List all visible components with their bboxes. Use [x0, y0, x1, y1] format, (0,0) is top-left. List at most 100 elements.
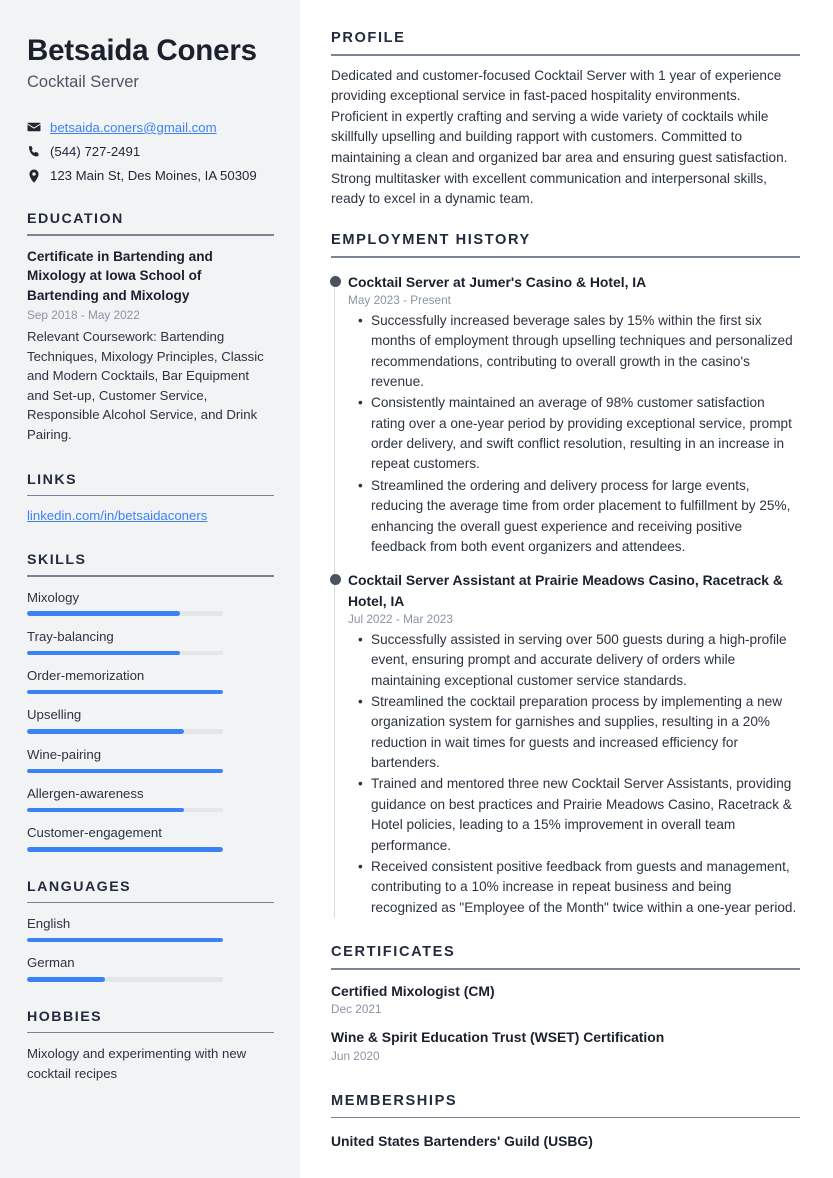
section-languages: LANGUAGES English German — [27, 879, 274, 982]
membership-list: United States Bartenders' Guild (USBG) — [331, 1132, 800, 1151]
job-entry: Cocktail Server Assistant at Prairie Mea… — [329, 570, 800, 918]
skill-item: Tray-balancing — [27, 627, 274, 656]
skill-level-bar — [27, 650, 223, 656]
language-item: German — [27, 953, 274, 982]
section-title-hobbies: HOBBIES — [27, 1008, 103, 1025]
job-bullet: Streamlined the ordering and delivery pr… — [358, 476, 800, 558]
section-employment-history: EMPLOYMENT HISTORY Cocktail Server at Ju… — [329, 232, 800, 919]
contact-address: 123 Main St, Des Moines, IA 50309 — [27, 167, 274, 184]
section-title-employment: EMPLOYMENT HISTORY — [331, 232, 531, 249]
skill-level-bar — [27, 689, 223, 695]
skill-level-bar — [27, 611, 223, 616]
skill-label: Mixology — [27, 589, 80, 605]
job-bullet: Consistently maintained an average of 98… — [358, 393, 800, 475]
section-title-profile: PROFILE — [331, 30, 406, 46]
certificate-date: Jun 2020 — [331, 1048, 380, 1063]
sidebar: Betsaida Coners Cocktail Server betsaida… — [0, 0, 300, 1178]
section-memberships: MEMBERSHIPS United States Bartenders' Gu… — [331, 1093, 800, 1152]
certificate-date: Dec 2021 — [331, 1002, 382, 1017]
job-bullet-list: Successfully increased beverage sales by… — [348, 311, 800, 558]
section-divider — [27, 901, 274, 904]
language-item: English — [27, 914, 274, 943]
skill-item: Order-memorization — [27, 666, 274, 695]
timeline-line — [333, 273, 335, 919]
address-text: 123 Main St, Des Moines, IA 50309 — [50, 168, 257, 184]
employment-timeline: Cocktail Server at Jumer's Casino & Hote… — [329, 272, 800, 919]
certificate-item: Certified Mixologist (CM) Dec 2021 — [331, 982, 800, 1016]
phone-text: (544) 727-2491 — [50, 143, 141, 159]
language-level-bar — [27, 937, 223, 943]
language-level-fill — [27, 937, 223, 943]
job-bullet: Trained and mentored three new Cocktail … — [358, 774, 800, 856]
education-entry-date: Sep 2018 - May 2022 — [27, 307, 140, 322]
job-bullet: Successfully increased beverage sales by… — [358, 311, 800, 393]
job-title-subheading: Cocktail Server — [27, 72, 139, 91]
job-bullet: Successfully assisted in serving over 50… — [358, 630, 800, 691]
skill-level-fill — [27, 768, 223, 774]
timeline-dot-icon — [329, 275, 341, 287]
skill-label: Customer-engagement — [27, 825, 162, 841]
section-title-memberships: MEMBERSHIPS — [331, 1092, 458, 1109]
skill-label: Wine-pairing — [27, 746, 102, 762]
skill-item: Upselling — [27, 705, 274, 734]
job-date: Jul 2022 - Mar 2023 — [348, 611, 453, 626]
language-level-fill — [27, 977, 106, 982]
section-certificates: CERTIFICATES Certified Mixologist (CM) De… — [331, 944, 800, 1063]
contact-email[interactable]: betsaida.coners@gmail.com — [27, 119, 274, 136]
skills-list: Mixology Tray-balancing Order-memorization… — [27, 588, 274, 852]
skill-level-fill — [27, 729, 184, 734]
skill-label: Tray-balancing — [27, 628, 114, 644]
hobbies-text: Mixology and experimenting with new cock… — [27, 1046, 247, 1081]
skill-level-bar — [27, 729, 223, 734]
timeline-dot-icon — [329, 574, 341, 586]
location-pin-icon — [27, 169, 41, 183]
job-date: May 2023 - Present — [348, 292, 451, 307]
education-entry-description: Relevant Coursework: Bartending Techniqu… — [27, 329, 264, 443]
job-title: Cocktail Server Assistant at Prairie Mea… — [348, 572, 783, 609]
main-column: PROFILE Dedicated and customer-focused C… — [300, 0, 833, 1178]
section-divider — [27, 575, 274, 577]
skill-level-fill — [27, 847, 223, 852]
section-title-certificates: CERTIFICATES — [331, 944, 456, 961]
contact-phone: (544) 727-2491 — [27, 143, 274, 160]
contact-list: betsaida.coners@gmail.com (544) 727-2491… — [27, 119, 274, 184]
linkedin-link[interactable]: linkedin.com/in/betsaidaconers — [27, 508, 207, 523]
phone-icon — [27, 145, 41, 158]
section-education: EDUCATION Certificate in Bartending and … — [27, 211, 274, 444]
skill-level-bar — [27, 807, 223, 813]
skill-level-fill — [27, 689, 223, 695]
section-hobbies: HOBBIES Mixology and experimenting with … — [27, 1009, 274, 1084]
section-title-skills: SKILLS — [27, 552, 87, 569]
profile-text: Dedicated and customer-focused Cocktail … — [331, 67, 788, 207]
language-level-bar — [27, 977, 223, 982]
section-title-education: EDUCATION — [27, 211, 124, 228]
section-divider — [331, 1116, 800, 1119]
email-link[interactable]: betsaida.coners@gmail.com — [50, 120, 217, 135]
section-skills: SKILLS Mixology Tray-balancing Order-memor… — [27, 552, 274, 852]
education-entry-title: Certificate in Bartending and Mixology a… — [27, 248, 213, 304]
section-title-links: LINKS — [27, 471, 78, 488]
certificate-name: Wine & Spirit Education Trust (WSET) Cer… — [331, 1029, 665, 1046]
job-list: Cocktail Server at Jumer's Casino & Hote… — [329, 272, 800, 919]
membership-name: United States Bartenders' Guild (USBG) — [331, 1133, 593, 1150]
skill-item: Wine-pairing — [27, 745, 274, 774]
skill-item: Customer-engagement — [27, 823, 274, 852]
skill-level-bar — [27, 768, 223, 774]
section-divider — [331, 54, 800, 56]
section-links: LINKS linkedin.com/in/betsaidaconers — [27, 472, 274, 526]
certificate-list: Certified Mixologist (CM) Dec 2021 Wine & … — [331, 982, 800, 1063]
skill-label: Order-memorization — [27, 668, 145, 684]
resume-document: Betsaida Coners Cocktail Server betsaida… — [0, 0, 833, 1178]
certificate-item: Wine & Spirit Education Trust (WSET) Cer… — [331, 1028, 800, 1062]
name-heading: Betsaida Coners — [27, 34, 257, 67]
languages-list: English German — [27, 914, 274, 982]
language-label: English — [27, 916, 71, 932]
job-bullet: Received consistent positive feedback fr… — [358, 857, 800, 918]
education-entry: Certificate in Bartending and Mixology a… — [27, 247, 274, 445]
certificate-name: Certified Mixologist (CM) — [331, 982, 495, 999]
section-profile: PROFILE Dedicated and customer-focused C… — [331, 30, 800, 210]
job-bullet: Streamlined the cocktail preparation pro… — [358, 692, 800, 774]
section-divider — [27, 234, 274, 236]
skill-level-fill — [27, 611, 180, 616]
job-bullet-list: Successfully assisted in serving over 50… — [348, 630, 800, 918]
